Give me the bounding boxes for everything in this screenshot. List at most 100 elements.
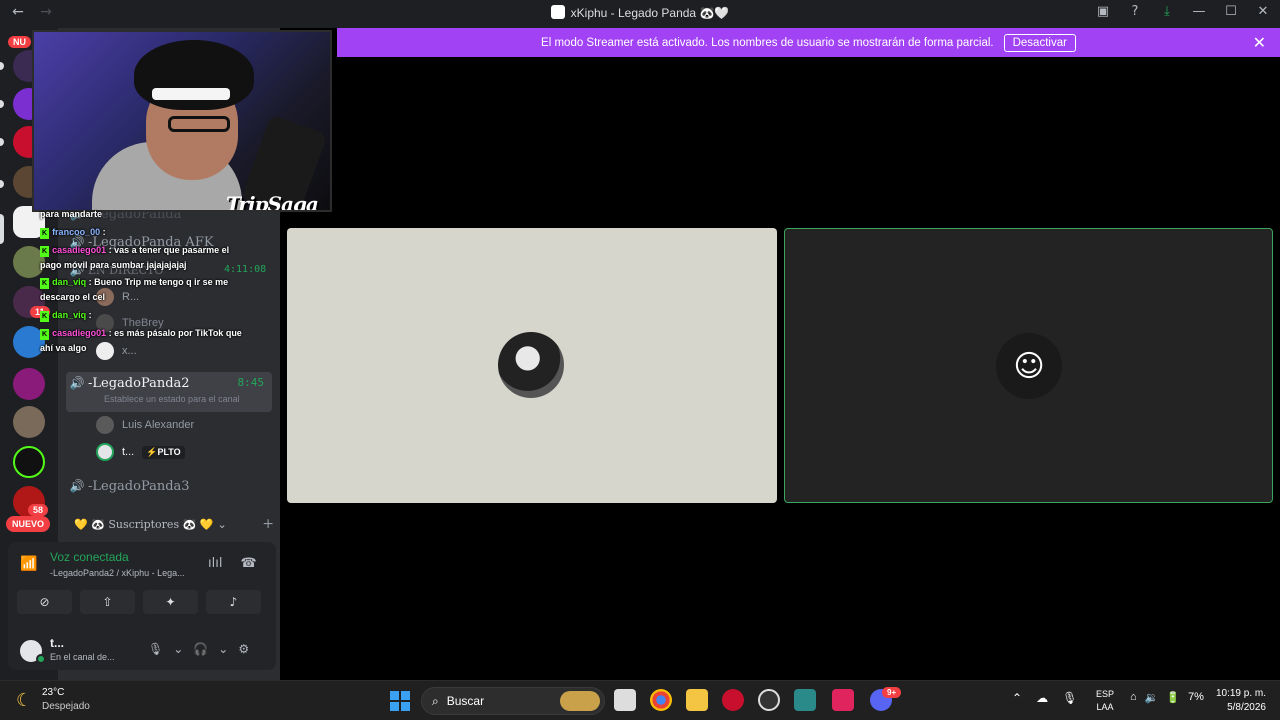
title-bar: ← → xKiphu - Legado Panda 🐼🤍 ▣ ? ⤓ — ☐ ✕: [0, 0, 1280, 28]
participant-avatar: [498, 332, 564, 398]
inbox-icon[interactable]: ▣: [1094, 4, 1112, 19]
user-controls: 🎙 ⌄ 🎧 ⌄ ⚙: [148, 642, 249, 656]
webcam-overlay: TripSaga: [32, 30, 332, 212]
selected-pill: [0, 214, 4, 244]
channel-name: -LegadoPanda3: [88, 478, 190, 494]
voice-buttons: ⊘ ⇧ ✦ ♪: [17, 590, 261, 614]
kick-badge-icon: K: [40, 329, 50, 340]
language-code: ESP: [1096, 689, 1115, 699]
chat-user: dan_viq: [52, 310, 87, 320]
microphone-icon[interactable]: 🎙: [1062, 691, 1077, 705]
channel-legadopanda3[interactable]: 🔊 -LegadoPanda3: [66, 472, 272, 500]
app-icon[interactable]: [832, 689, 854, 711]
obs-icon[interactable]: [758, 689, 780, 711]
screen-share-button[interactable]: ⇧: [80, 590, 135, 614]
avatar: [96, 443, 114, 461]
chrome-icon[interactable]: [650, 689, 672, 711]
clock-date: 5/8/2026: [1227, 702, 1266, 713]
gear-icon[interactable]: ⚙: [238, 642, 249, 656]
category-suscriptores[interactable]: 💛 🐼 Suscriptores 🐼 💛 ⌄ +: [74, 516, 274, 532]
signal-icon[interactable]: 📶: [20, 556, 37, 572]
microphone-icon[interactable]: 🎙: [148, 642, 163, 656]
chat-text: pago móvil para sumbar jajajajajaj: [40, 260, 187, 270]
channel-name: -LegadoPanda2: [88, 376, 190, 391]
voice-user-self[interactable]: t... ⚡PLTO: [96, 441, 185, 463]
kick-badge-icon: K: [40, 228, 50, 239]
app-icon[interactable]: [722, 689, 744, 711]
weather-temp: 23°C: [42, 687, 65, 698]
moon-icon: ☾: [16, 690, 33, 710]
chevron-up-icon[interactable]: ⌃: [1012, 691, 1022, 705]
clock[interactable]: 10:19 p. m. 5/8/2026: [1212, 687, 1266, 715]
speaker-active-icon: 🔊: [69, 376, 85, 390]
app-icon: [550, 5, 565, 19]
discord-app: ← → xKiphu - Legado Panda 🐼🤍 ▣ ? ⤓ — ☐ ✕…: [0, 0, 1280, 680]
kick-badge-icon: K: [40, 311, 50, 322]
chat-line: Kdan_viq : Bueno Trip me tengo q ir se m…: [40, 277, 270, 289]
search-highlight-image: [560, 691, 600, 711]
weather-condition: Despejado: [42, 701, 90, 712]
task-view-icon[interactable]: [614, 689, 636, 711]
add-channel-icon[interactable]: +: [262, 516, 274, 532]
category-label: 💛 🐼 Suscriptores 🐼 💛: [74, 517, 214, 531]
app-icon[interactable]: [794, 689, 816, 711]
chat-text: : Bueno Trip me tengo q ir se me: [88, 277, 229, 287]
online-status-icon: [36, 654, 46, 664]
chat-line: ahí va algo: [40, 343, 270, 354]
voice-user-name: Luis Alexander: [122, 419, 195, 431]
minimize-button[interactable]: —: [1190, 4, 1208, 19]
user-panel: t... En el canal de... 🎙 ⌄ 🎧 ⌄ ⚙: [14, 634, 264, 670]
nuevo-badge: NUEVO: [6, 516, 51, 532]
battery-percent: 7%: [1188, 691, 1204, 703]
kick-badge-icon: K: [40, 246, 50, 257]
chat-text: descargo el cel: [40, 292, 106, 302]
deactivate-button[interactable]: Desactivar: [1003, 33, 1076, 52]
close-window-button[interactable]: ✕: [1254, 4, 1272, 19]
chat-user: francoo_00: [52, 227, 101, 237]
system-status[interactable]: ⌂ 🔉 🔋 7%: [1130, 691, 1204, 704]
camera-off-button[interactable]: ⊘: [17, 590, 72, 614]
stream-timer: 4:11:08: [224, 264, 267, 275]
channel-timer: 8:45: [237, 376, 265, 389]
disconnect-icon[interactable]: ☎: [240, 556, 256, 571]
soundboard-button[interactable]: ♪: [206, 590, 261, 614]
volume-icon: 🔊: [69, 479, 85, 493]
taskbar-search[interactable]: ⌕ Buscar: [421, 687, 605, 715]
voice-connected-title[interactable]: Voz conectada: [50, 550, 129, 564]
start-button[interactable]: [390, 691, 410, 711]
activities-button[interactable]: ✦: [143, 590, 198, 614]
participant-tile-2-speaking[interactable]: ☺: [784, 228, 1273, 503]
headphones-icon[interactable]: 🎧: [193, 642, 208, 656]
kick-server-icon[interactable]: [13, 446, 45, 478]
cloud-icon[interactable]: ☁: [1036, 691, 1048, 705]
chat-line: Kdan_viq :: [40, 310, 270, 322]
noise-suppression-icon[interactable]: ılıl: [208, 556, 222, 571]
maximize-button[interactable]: ☐: [1222, 4, 1240, 19]
close-icon[interactable]: ✕: [1253, 33, 1266, 53]
language-indicator[interactable]: ESP LAA: [1096, 688, 1114, 714]
chat-text: ahí va algo: [40, 343, 87, 353]
chat-text: para mandarte: [40, 209, 103, 219]
voice-user[interactable]: Luis Alexander: [96, 414, 194, 436]
participant-tile-1[interactable]: [287, 228, 777, 503]
chat-text: :: [102, 227, 106, 237]
server-icon[interactable]: [13, 368, 45, 400]
chevron-down-icon[interactable]: ⌄: [173, 642, 183, 656]
chat-text: : es más pásalo por TikTok que: [108, 328, 242, 338]
voice-connected-subtitle[interactable]: -LegadoPanda2 / xKiphu - Lega...: [50, 568, 185, 578]
unread-pill: [0, 62, 4, 70]
channel-legadopanda2-active[interactable]: 🔊 -LegadoPanda2 8:45 Establece un estado…: [66, 372, 272, 412]
user-name[interactable]: t...: [50, 636, 64, 650]
file-explorer-icon[interactable]: [686, 689, 708, 711]
server-icon[interactable]: [13, 406, 45, 438]
chevron-down-icon[interactable]: ⌄: [218, 642, 228, 656]
webcam-glasses: [168, 116, 230, 132]
chat-line: descargo el cel: [40, 292, 270, 303]
window-controls: ▣ ? ⤓ — ☐ ✕: [1094, 4, 1272, 19]
help-icon[interactable]: ?: [1126, 4, 1144, 19]
window-title: xKiphu - Legado Panda 🐼🤍: [0, 5, 1280, 20]
channel-status[interactable]: Establece un estado para el canal: [104, 394, 240, 404]
search-label: Buscar: [446, 694, 485, 708]
windows-taskbar: ☾ 23°C Despejado ⌕ Buscar 9+ ⌃ ☁ 🎙 ESP L…: [0, 680, 1280, 720]
download-icon[interactable]: ⤓: [1158, 4, 1176, 19]
